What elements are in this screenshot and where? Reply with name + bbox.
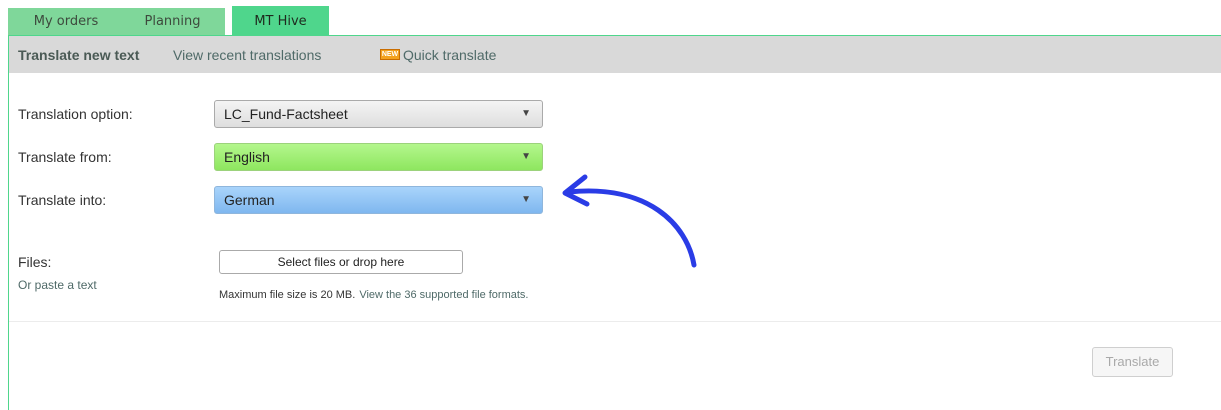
quick-translate-label: Quick translate: [403, 47, 497, 63]
translate-into-value: German: [224, 192, 275, 208]
select-files-button[interactable]: Select files or drop here: [219, 250, 463, 274]
file-info: Maximum file size is 20 MB. View the 36 s…: [219, 289, 528, 301]
curved-arrow-icon: [562, 174, 697, 268]
translate-button[interactable]: Translate: [1092, 347, 1173, 377]
translate-from-value: English: [224, 149, 270, 165]
max-file-size-text: Maximum file size is 20 MB.: [219, 289, 356, 301]
translate-into-label: Translate into:: [18, 192, 107, 208]
tab-mt-hive[interactable]: MT Hive: [232, 6, 329, 35]
translate-from-label: Translate from:: [18, 149, 112, 165]
translation-option-select[interactable]: LC_Fund-Factsheet ▼: [214, 100, 543, 128]
tab-bar: My orders Planning MT Hive: [0, 0, 1221, 35]
subnav-translate-new-text[interactable]: Translate new text: [18, 36, 139, 74]
caret-down-icon: ▼: [521, 151, 531, 162]
translate-from-select[interactable]: English ▼: [214, 143, 543, 171]
caret-down-icon: ▼: [521, 194, 531, 205]
supported-formats-link[interactable]: View the 36 supported file formats.: [359, 289, 528, 301]
tab-planning[interactable]: Planning: [120, 8, 225, 35]
caret-down-icon: ▼: [521, 108, 531, 119]
new-badge-icon: NEW: [380, 49, 400, 61]
subnav-view-recent-translations[interactable]: View recent translations: [173, 36, 321, 74]
translation-option-value: LC_Fund-Factsheet: [224, 106, 348, 122]
content-panel: Translate new text View recent translati…: [8, 35, 1221, 410]
sub-navigation: Translate new text View recent translati…: [9, 36, 1221, 73]
divider: [9, 321, 1221, 322]
paste-text-link[interactable]: Or paste a text: [18, 278, 97, 292]
translate-into-select[interactable]: German ▼: [214, 186, 543, 214]
files-label: Files:: [18, 254, 52, 270]
tab-my-orders[interactable]: My orders: [8, 8, 120, 35]
translation-option-label: Translation option:: [18, 106, 133, 122]
subnav-quick-translate[interactable]: NEW Quick translate: [380, 36, 496, 74]
